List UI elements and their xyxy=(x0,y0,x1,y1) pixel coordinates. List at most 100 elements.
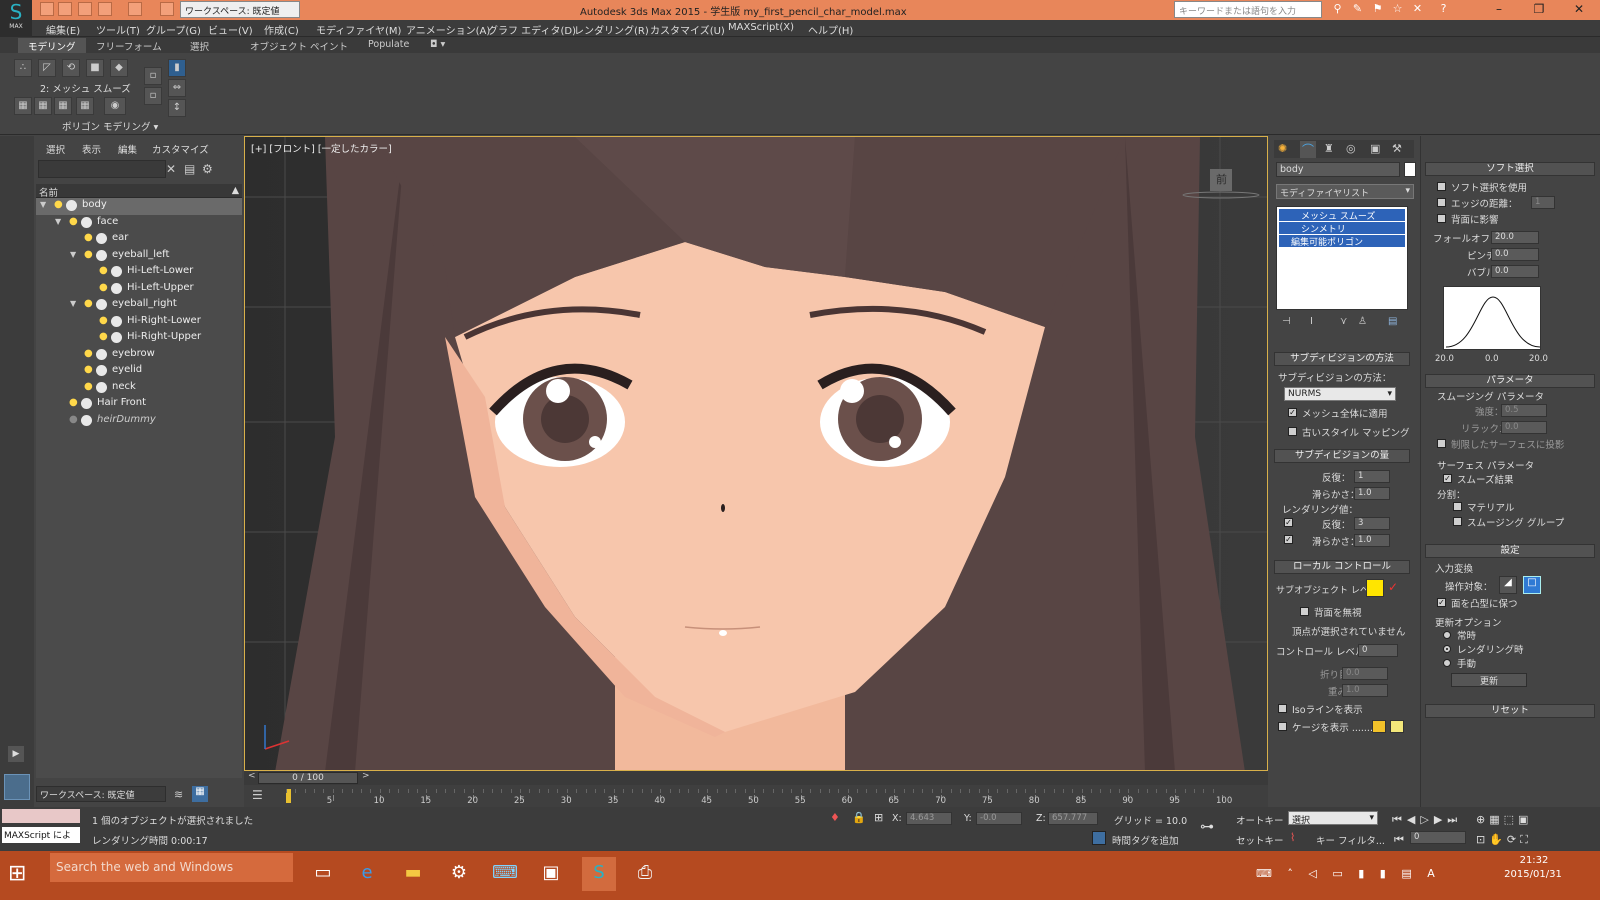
relax-spinner[interactable]: 0.0 xyxy=(1501,421,1547,434)
scene-item[interactable]: ● ear xyxy=(36,231,242,248)
render-smoothness-spinner[interactable]: 1.0 xyxy=(1354,534,1390,547)
mini-listener-icon[interactable] xyxy=(4,774,30,800)
separate-smoothing-checkbox[interactable] xyxy=(1453,517,1462,526)
object-color-swatch[interactable] xyxy=(1404,162,1416,177)
freeze-dot-icon[interactable] xyxy=(96,299,107,310)
tab-object-paint[interactable]: オブジェクト ペイント xyxy=(240,38,358,53)
3dsmax-taskbar-icon[interactable]: S xyxy=(582,857,616,891)
operate-triangles-icon[interactable]: ◢ xyxy=(1499,576,1517,594)
cage-color-2-swatch[interactable] xyxy=(1390,720,1404,733)
taskbar-search[interactable]: Search the web and Windows xyxy=(50,853,293,882)
scene-menu-customize[interactable]: カスタマイズ xyxy=(152,142,209,156)
maxscript-mini-listener[interactable] xyxy=(2,809,80,823)
undo-icon[interactable] xyxy=(98,2,112,16)
scene-item[interactable]: ● neck xyxy=(36,380,242,397)
separate-material-checkbox[interactable] xyxy=(1453,502,1462,511)
smooth-result-checkbox[interactable]: ✓ xyxy=(1443,474,1452,483)
tab-modeling[interactable]: モデリング xyxy=(18,38,86,53)
menu-customize[interactable]: カスタマイズ(U) xyxy=(650,22,725,37)
update-render-radio[interactable] xyxy=(1443,645,1451,653)
menu-tools[interactable]: ツール(T) xyxy=(96,22,140,37)
update-always-radio[interactable] xyxy=(1443,631,1451,639)
ribbon-tool-2-icon[interactable]: ▦ xyxy=(34,97,52,115)
new-file-icon[interactable] xyxy=(40,2,54,16)
utilities-tab-icon[interactable]: ⚒ xyxy=(1392,142,1402,155)
next-frame-icon[interactable]: > xyxy=(362,771,370,781)
freeze-dot-icon[interactable] xyxy=(81,398,92,409)
isolate-icon[interactable]: ♦ xyxy=(830,811,840,824)
ribbon-tool-10-icon[interactable]: ↕ xyxy=(168,99,186,117)
prev-frame-icon[interactable]: < xyxy=(248,771,256,781)
configure-sets-icon[interactable]: ▤ xyxy=(1388,316,1397,327)
iterations-spinner[interactable]: 1 xyxy=(1354,470,1390,483)
freeze-dot-icon[interactable] xyxy=(96,233,107,244)
ribbon-tool-1-icon[interactable]: ▦ xyxy=(14,97,32,115)
autokey-button[interactable]: オートキー xyxy=(1236,813,1284,827)
workspace-select[interactable]: ワークスペース: 既定値 xyxy=(180,1,300,18)
show-isolines-checkbox[interactable] xyxy=(1278,704,1287,713)
hierarchy-tab-icon[interactable]: ♜ xyxy=(1324,142,1334,155)
expand-triangle-icon[interactable]: ▼ xyxy=(70,299,76,308)
time-slider[interactable]: < 0 / 100 > xyxy=(244,771,1268,785)
rollout-subdiv-amount[interactable]: サブディビジョンの量 xyxy=(1274,449,1410,463)
visibility-bulb-icon[interactable]: ● xyxy=(99,331,108,342)
modifier-list-dropdown[interactable]: モディファイヤリスト ▾ xyxy=(1276,184,1414,199)
tab-selection[interactable]: 選択 xyxy=(180,38,219,53)
vertex-icon[interactable]: ∴ xyxy=(14,59,32,77)
project-icon[interactable] xyxy=(160,2,174,16)
visibility-bulb-icon[interactable]: ● xyxy=(69,397,78,408)
freeze-dot-icon[interactable] xyxy=(96,365,107,376)
key-icon[interactable]: ⊶ xyxy=(1200,819,1214,835)
edge-distance-spinner[interactable]: 1 xyxy=(1531,196,1555,209)
open-file-icon[interactable] xyxy=(58,2,72,16)
use-soft-select-checkbox[interactable] xyxy=(1437,182,1446,191)
show-end-result-icon[interactable]: I xyxy=(1310,316,1313,327)
viewcube-label[interactable]: 前 xyxy=(1216,171,1227,187)
lock-selection-icon[interactable]: 🔒 xyxy=(852,811,866,824)
internet-explorer-icon[interactable]: e xyxy=(350,857,384,891)
ribbon-tool-4-icon[interactable]: ▦ xyxy=(76,97,94,115)
freeze-dot-icon[interactable] xyxy=(96,381,107,393)
scene-menu-edit[interactable]: 編集 xyxy=(118,142,137,156)
visibility-bulb-icon[interactable]: ● xyxy=(99,265,108,276)
pinch-spinner[interactable]: 0.0 xyxy=(1491,248,1539,261)
ignore-backfacing-checkbox[interactable] xyxy=(1300,607,1309,616)
search-input[interactable]: キーワードまたは語句を入力 xyxy=(1174,1,1322,18)
help-icon[interactable]: ? xyxy=(1436,2,1451,17)
control-panel-icon[interactable]: ⌨ xyxy=(488,857,522,891)
close-search-icon[interactable]: ✕ xyxy=(1410,2,1425,17)
scene-menu-display[interactable]: 表示 xyxy=(82,142,101,156)
visibility-bulb-icon[interactable]: ● xyxy=(84,364,93,375)
control-level-spinner[interactable]: 0 xyxy=(1358,644,1398,657)
menu-edit[interactable]: 編集(E) xyxy=(46,22,80,37)
menu-graph-editors[interactable]: グラフ エディタ(D) xyxy=(488,22,576,37)
column-header-name[interactable]: 名前 ▲ xyxy=(36,184,242,199)
visibility-bulb-icon[interactable]: ● xyxy=(69,414,78,425)
layer-icon[interactable]: ≋ xyxy=(174,788,183,801)
scene-item[interactable]: ● eyebrow xyxy=(36,347,242,364)
rollout-reset[interactable]: リセット xyxy=(1425,704,1595,718)
smoothness-spinner[interactable]: 1.0 xyxy=(1354,487,1390,500)
app-logo[interactable]: S MAX xyxy=(0,0,32,37)
freeze-dot-icon[interactable] xyxy=(111,282,122,294)
old-style-mapping-checkbox[interactable] xyxy=(1288,427,1297,436)
ribbon-tool-9-icon[interactable]: ⇔ xyxy=(168,79,186,97)
restore-button[interactable]: ❐ xyxy=(1524,0,1554,20)
workspace-bottom-select[interactable]: ワークスペース: 既定値 xyxy=(36,786,166,802)
expand-triangle-icon[interactable]: ▼ xyxy=(70,250,76,259)
scene-item[interactable]: ● Hi-Left-Upper xyxy=(36,281,242,298)
freeze-dot-icon[interactable] xyxy=(111,315,122,327)
visibility-bulb-icon[interactable]: ● xyxy=(54,199,63,210)
operate-polygons-icon[interactable]: □ xyxy=(1523,576,1541,594)
strength-spinner[interactable]: 0.5 xyxy=(1501,404,1547,417)
update-manual-radio[interactable] xyxy=(1443,659,1451,667)
scene-item[interactable]: ● Hi-Right-Upper xyxy=(36,330,242,347)
rollout-subdiv-method[interactable]: サブディビジョンの方法 xyxy=(1274,352,1410,366)
filter-options-icon[interactable]: ▤ xyxy=(184,162,195,176)
play-icon[interactable]: ▶ xyxy=(8,746,24,762)
menu-modifiers[interactable]: モディファイヤ(M) xyxy=(316,22,401,37)
z-coord-field[interactable]: 657.777 xyxy=(1048,812,1098,825)
current-frame-field[interactable]: 0 xyxy=(1410,831,1466,844)
polygon-icon[interactable]: ■ xyxy=(86,59,104,77)
ribbon-panel-title[interactable]: ポリゴン モデリング ▾ xyxy=(62,119,158,133)
